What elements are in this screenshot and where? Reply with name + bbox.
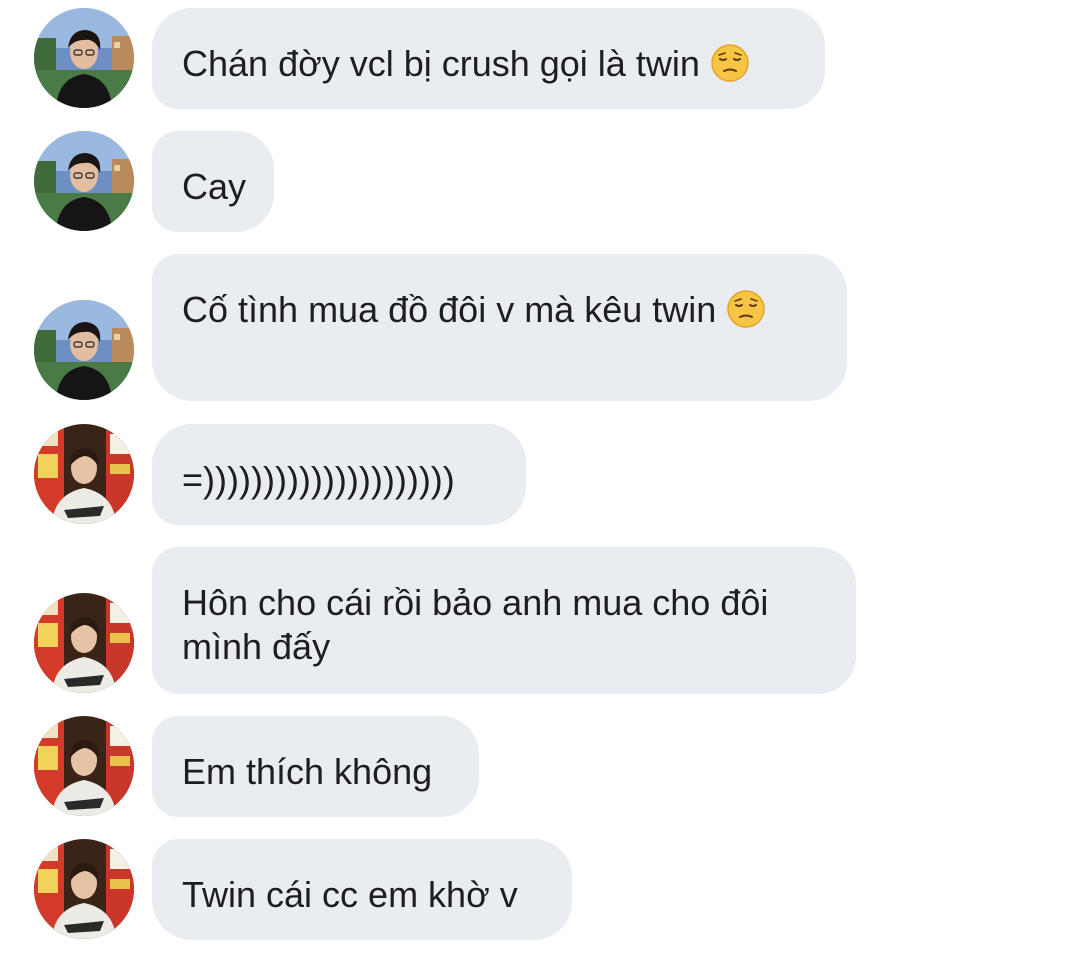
pensive-face-icon	[710, 43, 750, 83]
avatar-user-b[interactable]	[34, 716, 134, 816]
pensive-face-icon	[726, 289, 766, 329]
message-bubble[interactable]: Cố tình mua đồ đôi v mà kêu twin	[152, 254, 847, 401]
avatar-user-a[interactable]	[34, 300, 134, 400]
avatar-user-a[interactable]	[34, 8, 134, 108]
message-text: Cay	[182, 166, 247, 207]
message-bubble[interactable]: Twin cái cc em khờ v	[152, 839, 572, 940]
message-text: Chán đờy vcl bị crush gọi là twin	[182, 43, 700, 84]
avatar-user-b[interactable]	[34, 593, 134, 693]
avatar-user-a[interactable]	[34, 131, 134, 231]
message-bubble[interactable]: =)))))))))))))))))))))	[152, 424, 526, 525]
message-bubble[interactable]: Hôn cho cái rồi bảo anh mua cho đôi mình…	[152, 547, 856, 694]
avatar-user-b[interactable]	[34, 424, 134, 524]
message-text: Hôn cho cái rồi bảo anh mua cho đôi mình…	[182, 582, 779, 667]
message-bubble[interactable]: Chán đờy vcl bị crush gọi là twin	[152, 8, 825, 109]
message-text: =)))))))))))))))))))))	[182, 459, 455, 500]
message-bubble[interactable]: Cay	[152, 131, 274, 232]
message-text: Cố tình mua đồ đôi v mà kêu twin	[182, 289, 717, 330]
message-text: Em thích không	[182, 751, 433, 792]
message-text: Twin cái cc em khờ v	[182, 874, 518, 915]
avatar-user-b[interactable]	[34, 839, 134, 939]
message-bubble[interactable]: Em thích không	[152, 716, 479, 817]
